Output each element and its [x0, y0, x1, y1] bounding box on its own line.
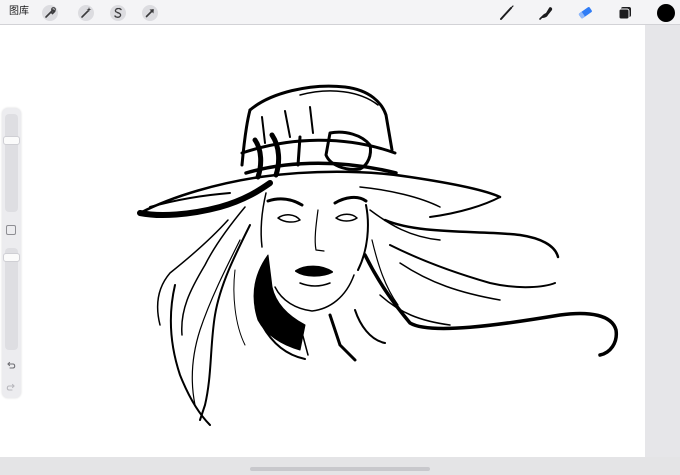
smudge-icon[interactable] — [537, 4, 555, 22]
drawing-canvas[interactable] — [0, 25, 645, 457]
redo-icon[interactable] — [5, 382, 17, 394]
ink-drawing — [137, 84, 619, 426]
top-toolbar: 图库 — [0, 0, 680, 25]
opacity-slider[interactable] — [3, 248, 20, 350]
canvas-margin-right — [645, 25, 680, 457]
layers-icon[interactable] — [616, 4, 634, 22]
brush-icon[interactable] — [498, 4, 516, 22]
transform-arrow-icon[interactable] — [141, 4, 159, 22]
selection-s-icon[interactable] — [109, 4, 127, 22]
magic-wand-icon[interactable] — [77, 4, 95, 22]
gallery-button[interactable]: 图库 — [9, 5, 29, 19]
eraser-icon[interactable] — [576, 4, 594, 22]
brush-size-slider[interactable] — [3, 114, 20, 212]
color-picker-swatch[interactable] — [657, 4, 675, 22]
undo-icon[interactable] — [5, 360, 17, 372]
brush-size-thumb[interactable] — [3, 136, 20, 145]
left-sidebar — [2, 108, 21, 398]
modify-button[interactable] — [6, 225, 16, 235]
wrench-icon[interactable] — [41, 4, 59, 22]
opacity-thumb[interactable] — [3, 253, 20, 262]
canvas-margin-bottom — [0, 457, 680, 475]
home-indicator[interactable] — [250, 467, 430, 471]
